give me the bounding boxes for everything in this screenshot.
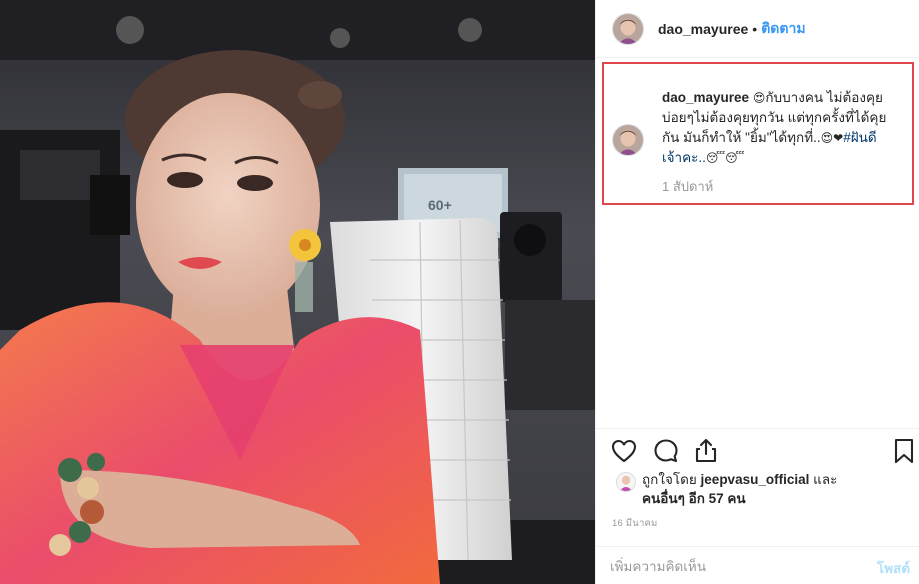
caption-line3-text: กัน มันก็ทำให้ "ยิ้ม"ได้ทุกที่..: [662, 130, 821, 145]
sleeping-emoji: 😴😴: [705, 151, 745, 165]
liker-username[interactable]: jeepvasu_official: [701, 472, 810, 487]
header-separator: •: [752, 20, 758, 37]
like-button[interactable]: [610, 437, 638, 465]
speech-bubble-icon: [654, 439, 678, 463]
post-header: dao_mayuree • ติดตาม: [596, 0, 919, 58]
bookmark-icon: [894, 438, 914, 464]
save-button[interactable]: [890, 437, 918, 465]
likes-summary: ถูกใจโดย jeepvasu_official และ คนอื่นๆ อ…: [612, 470, 912, 510]
avatar-image: [617, 473, 635, 491]
caption-line-2: บ่อยๆไม่ต้องคุยทุกวัน แต่ทุกครั้งที่ได้ค…: [662, 110, 887, 125]
likes-conjunction: และ: [813, 472, 838, 487]
likes-others-link[interactable]: คนอื่นๆ อีก 57 คน: [642, 491, 746, 506]
avatar-image: [613, 125, 643, 155]
heart-eyes-heart-emoji: 😍❤: [820, 131, 844, 145]
comment-button[interactable]: [652, 437, 680, 465]
likes-text: ถูกใจโดย jeepvasu_official และ คนอื่นๆ อ…: [642, 470, 837, 508]
post-side-panel: dao_mayuree • ติดตาม dao_mayuree 😍กับบาง…: [595, 0, 919, 584]
author-username[interactable]: dao_mayuree: [658, 21, 748, 37]
share-icon: [695, 438, 717, 463]
likes-prefix: ถูกใจโดย: [642, 472, 697, 487]
avatar-image: [613, 13, 643, 44]
caption-line1-text: กับบางคน ไม่ต้องคุย: [765, 90, 883, 105]
heart-icon: [611, 439, 637, 463]
svg-text:60+: 60+: [428, 197, 452, 213]
post-comment-button[interactable]: โพสต์: [877, 557, 910, 579]
share-button[interactable]: [692, 437, 720, 465]
caption-timestamp[interactable]: 1 สัปดาห์: [662, 176, 713, 197]
selfie-photo-image: 60+: [0, 0, 595, 584]
heart-eyes-emoji: 😍: [752, 91, 766, 105]
post-date[interactable]: 16 มีนาคม: [612, 516, 658, 531]
caption-hashtag[interactable]: #ฝันดี: [843, 130, 876, 145]
caption-avatar[interactable]: [612, 124, 644, 156]
action-bar: [596, 428, 919, 472]
caption-line-3: กัน มันก็ทำให้ "ยิ้ม"ได้ทุกที่..😍❤#ฝันดี: [662, 128, 907, 148]
post-photo[interactable]: 60+: [0, 0, 595, 584]
liker-avatar[interactable]: [616, 472, 636, 492]
caption-line4-text[interactable]: เจ้าคะ..: [662, 150, 706, 165]
caption-highlight-box: dao_mayuree 😍กับบางคน ไม่ต้องคุย บ่อยๆไม…: [602, 62, 914, 205]
comment-bar: โพสต์: [596, 546, 919, 584]
caption-line-4: เจ้าคะ..😴😴: [662, 148, 907, 168]
caption-username[interactable]: dao_mayuree: [662, 90, 749, 105]
follow-button[interactable]: ติดตาม: [761, 18, 805, 40]
caption-text: dao_mayuree 😍กับบางคน ไม่ต้องคุย บ่อยๆไม…: [662, 88, 907, 168]
author-avatar[interactable]: [612, 12, 644, 45]
comment-input[interactable]: [610, 555, 830, 577]
caption-line-1: dao_mayuree 😍กับบางคน ไม่ต้องคุย: [662, 88, 907, 108]
